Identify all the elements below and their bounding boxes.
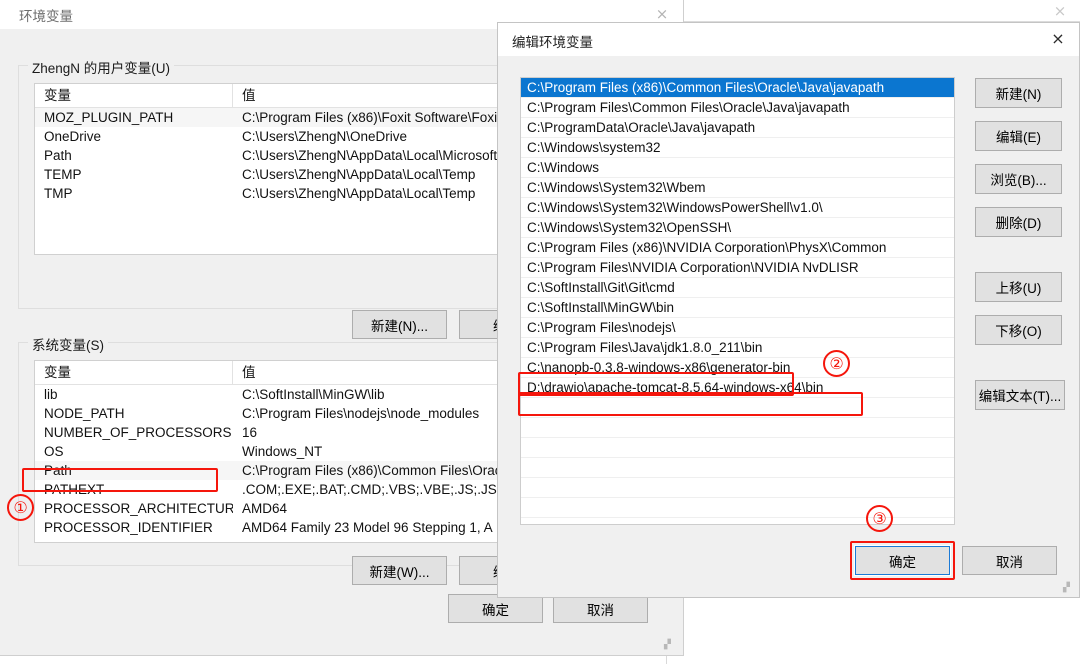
annotation-marker-3: ③ [866,505,893,532]
list-item-blank[interactable] [521,438,954,458]
browse-button-label: 浏览(B)... [990,173,1047,188]
list-item[interactable]: C:\ProgramData\Oracle\Java\javapath [521,118,954,138]
annotation-marker-1: ① [7,494,34,521]
new-button[interactable]: 新建(N) [975,78,1062,108]
user-new-button-label: 新建(N)... [371,318,428,334]
close-icon[interactable]: × [1043,27,1073,51]
list-item[interactable]: C:\Windows\System32\OpenSSH\ [521,218,954,238]
column-header-variable[interactable]: 变量 [35,84,233,108]
cell-variable: TEMP [44,167,82,182]
list-item[interactable]: C:\Windows [521,158,954,178]
page-title: 环境变量 [19,9,73,24]
move-down-button[interactable]: 下移(O) [975,315,1062,345]
close-icon[interactable]: × [1048,2,1072,20]
annotation-marker-2: ② [823,350,850,377]
cell-variable: NUMBER_OF_PROCESSORS [44,425,232,440]
list-item-blank[interactable] [521,418,954,438]
system-new-button-label: 新建(W)... [369,564,430,580]
edit-dialog-ok-button[interactable]: 确定 [854,545,951,576]
env-cancel-button-label: 取消 [587,602,614,618]
list-item-blank[interactable] [521,478,954,498]
column-header-variable[interactable]: 变量 [35,361,233,385]
list-item[interactable]: C:\Windows\System32\Wbem [521,178,954,198]
system-variables-legend: 系统变量(S) [28,334,108,354]
list-item[interactable]: C:\Windows\System32\WindowsPowerShell\v1… [521,198,954,218]
cell-variable: PROCESSOR_ARCHITECTURE [44,501,233,516]
cell-variable: lib [44,387,58,402]
edit-environment-variable-dialog: 编辑环境变量 × C:\Program Files (x86)\Common F… [497,22,1080,598]
move-up-button-label: 上移(U) [995,281,1042,296]
edit-dialog-ok-label: 确定 [889,554,916,570]
screen: × 环境变量 × ZhengN 的用户变量(U) 变量 值 MOZ_PLUGIN… [0,0,1080,664]
move-down-button-label: 下移(O) [995,324,1042,339]
delete-button[interactable]: 删除(D) [975,207,1062,237]
list-item[interactable]: C:\SoftInstall\Git\Git\cmd [521,278,954,298]
list-item[interactable]: C:\nanopb-0.3.8-windows-x86\generator-bi… [521,358,954,378]
env-ok-button-label: 确定 [482,602,509,618]
list-item[interactable]: C:\Program Files\Common Files\Oracle\Jav… [521,98,954,118]
env-cancel-button[interactable]: 取消 [553,594,648,623]
delete-button-label: 删除(D) [995,216,1042,231]
user-variables-legend: ZhengN 的用户变量(U) [28,57,175,77]
env-ok-button[interactable]: 确定 [448,594,543,623]
list-item-blank[interactable] [521,398,954,418]
edit-button-label: 编辑(E) [996,130,1041,145]
cell-variable: PROCESSOR_IDENTIFIER [44,520,213,535]
resize-grip[interactable]: ▞ [664,641,671,650]
edit-dialog-cancel-button[interactable]: 取消 [962,546,1057,575]
edit-text-button-label: 编辑文本(T)... [978,389,1062,404]
list-item[interactable]: C:\SoftInstall\MinGW\bin [521,298,954,318]
edit-dialog-cancel-label: 取消 [996,554,1023,570]
cell-variable: NODE_PATH [44,406,125,421]
list-item-tomcat[interactable]: D:\drawio\apache-tomcat-8.5.64-windows-x… [521,378,954,398]
cell-variable: OneDrive [44,129,102,144]
move-up-button[interactable]: 上移(U) [975,272,1062,302]
resize-grip[interactable]: ▞ [1063,584,1070,593]
cell-variable: PATHEXT [44,482,105,497]
list-item[interactable]: C:\Windows\system32 [521,138,954,158]
system-new-button[interactable]: 新建(W)... [352,556,447,585]
edit-text-button[interactable]: 编辑文本(T)... [975,380,1065,410]
list-item[interactable]: C:\Program Files\NVIDIA Corporation\NVID… [521,258,954,278]
list-item-jdk[interactable]: C:\Program Files\Java\jdk1.8.0_211\bin [521,338,954,358]
path-entries-list[interactable]: C:\Program Files (x86)\Common Files\Orac… [520,77,955,525]
list-item[interactable]: C:\Program Files\nodejs\ [521,318,954,338]
edit-dialog-title: 编辑环境变量 [512,35,593,50]
list-item-blank[interactable] [521,458,954,478]
cell-variable: MOZ_PLUGIN_PATH [44,110,174,125]
background-window-titlebar [667,0,1080,22]
cell-variable: Path [44,463,72,478]
browse-button[interactable]: 浏览(B)... [975,164,1062,194]
cell-variable: TMP [44,186,73,201]
edit-button[interactable]: 编辑(E) [975,121,1062,151]
list-item[interactable]: C:\Program Files (x86)\Common Files\Orac… [521,78,954,98]
cell-variable: OS [44,444,64,459]
new-button-label: 新建(N) [995,87,1042,102]
list-item[interactable]: C:\Program Files (x86)\NVIDIA Corporatio… [521,238,954,258]
cell-variable: Path [44,148,72,163]
